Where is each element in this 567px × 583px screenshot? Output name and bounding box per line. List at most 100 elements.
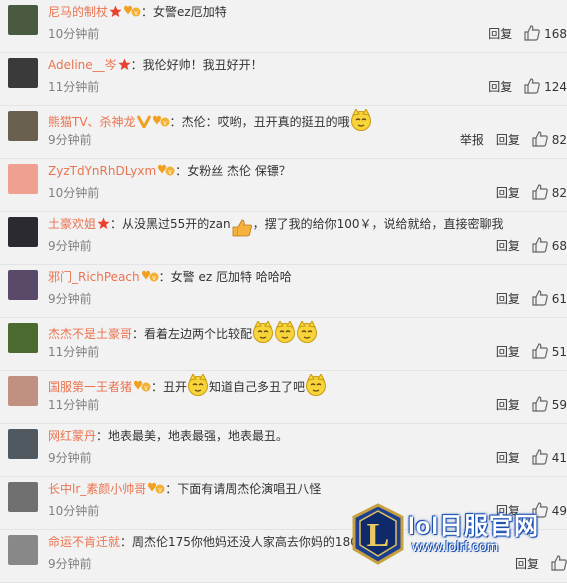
separator: ： bbox=[141, 5, 154, 19]
reply-link[interactable]: 回复 bbox=[488, 78, 512, 95]
comment-item: 尼马的制杖 v ：女警ez厄加特 10分钟前 回复 168 bbox=[0, 0, 567, 53]
separator: ： bbox=[158, 270, 171, 284]
comment-time: 10分钟前 bbox=[48, 186, 100, 200]
comment-text: 周杰伦175你他妈还没人家高去你妈的180 bbox=[132, 535, 358, 549]
like-button[interactable]: 41 bbox=[532, 449, 567, 465]
vip-badge-icon: v bbox=[152, 114, 170, 133]
avatar[interactable] bbox=[8, 270, 38, 300]
comment-actions: 回复 41 bbox=[496, 449, 567, 466]
separator: ： bbox=[132, 327, 145, 341]
svg-text:v: v bbox=[152, 275, 156, 282]
comment-text: 我伦好帅！我丑好开！ bbox=[142, 58, 263, 72]
like-count: 68 bbox=[551, 239, 567, 253]
username-link[interactable]: 网红蒙丹 bbox=[48, 429, 96, 443]
reply-link[interactable]: 回复 bbox=[496, 449, 520, 466]
vip-badge-icon: v bbox=[147, 481, 165, 500]
username-link[interactable]: ZyzTdYnRhDLyxm bbox=[48, 164, 156, 178]
watermark-url: www.lolrf.com bbox=[412, 538, 499, 554]
comment-time: 11分钟前 bbox=[48, 398, 100, 412]
comment-time: 10分钟前 bbox=[48, 504, 100, 518]
comment-time: 9分钟前 bbox=[48, 292, 92, 306]
comment-item: ZyzTdYnRhDLyxm v ：女粉丝 杰伦 保镖？ 10分钟前 回复 82 bbox=[0, 159, 567, 212]
reply-link[interactable]: 回复 bbox=[496, 343, 520, 360]
comment-text: 女粉丝 杰伦 保镖？ bbox=[187, 164, 291, 178]
username-link[interactable]: 尼马的制杖 bbox=[48, 5, 108, 19]
avatar[interactable] bbox=[8, 217, 38, 247]
avatar[interactable] bbox=[8, 164, 38, 194]
reply-link[interactable]: 回复 bbox=[496, 131, 520, 148]
username-link[interactable]: 国服第一王者猪 bbox=[48, 380, 132, 394]
star-badge-icon bbox=[97, 217, 110, 235]
avatar[interactable] bbox=[8, 58, 38, 88]
thumbs-up-icon bbox=[532, 131, 548, 147]
comment-text: 杰伦：哎哟，丑开真的挺丑的哦 bbox=[181, 115, 350, 129]
like-button[interactable]: 61 bbox=[532, 290, 567, 306]
comment-text-after: ，摆了我的给你100￥，说给就给，直接密聊我 bbox=[252, 217, 504, 231]
avatar[interactable] bbox=[8, 5, 38, 35]
username-link[interactable]: 长中lr_素颜小帅哥 bbox=[48, 482, 146, 496]
username-link[interactable]: Adeline__岑 bbox=[48, 58, 117, 72]
cat-face-emoji-icon bbox=[296, 319, 318, 348]
like-button[interactable]: 51 bbox=[532, 343, 567, 359]
comment-item: 杰杰不是土豪哥：看着左边两个比较配 11分钟前 回复 51 bbox=[0, 318, 567, 371]
comment-time: 9分钟前 bbox=[48, 133, 92, 147]
avatar[interactable] bbox=[8, 482, 38, 512]
comment-text: 看着左边两个比较配 bbox=[144, 327, 253, 341]
comment-actions: 举报 回复 82 bbox=[460, 131, 567, 148]
cat-face-emoji-icon bbox=[252, 319, 274, 348]
comment-item: 土豪欢姐 ：从没黑过55开的zan ，摆了我的给你100￥，说给就给，直接密聊我 9分… bbox=[0, 212, 567, 265]
like-count: 82 bbox=[551, 186, 567, 200]
like-button[interactable]: 168 bbox=[524, 25, 567, 41]
avatar[interactable] bbox=[8, 111, 38, 141]
separator: ： bbox=[169, 115, 182, 129]
like-button[interactable]: 124 bbox=[524, 78, 567, 94]
username-link[interactable]: 邪门_RichPeach bbox=[48, 270, 140, 284]
username-link[interactable]: 杰杰不是土豪哥 bbox=[48, 327, 132, 341]
like-button[interactable]: 59 bbox=[532, 396, 567, 412]
comment-text: 地表最美，地表最强，地表最丑。 bbox=[108, 429, 289, 443]
username-link[interactable]: 命运不肯迁就 bbox=[48, 535, 120, 549]
comment-time: 11分钟前 bbox=[48, 80, 100, 94]
separator: ： bbox=[130, 58, 143, 72]
vip-badge-icon: v bbox=[123, 4, 141, 23]
comment-actions: 回复 82 bbox=[496, 184, 567, 201]
like-count: 59 bbox=[551, 398, 567, 412]
like-button[interactable]: 82 bbox=[532, 131, 567, 147]
comment-text: 从没黑过55开的zan bbox=[122, 217, 231, 231]
thumbs-up-icon bbox=[524, 78, 541, 94]
comment-time: 9分钟前 bbox=[48, 451, 92, 465]
star-badge-icon bbox=[118, 58, 131, 76]
lol-logo-icon: L bbox=[352, 503, 404, 565]
comment-item: 熊猫TV、杀神龙 v ：杰伦：哎哟，丑开真的挺丑的哦 9分钟前 举报 回复 82 bbox=[0, 106, 567, 159]
vip-badge-icon: v bbox=[133, 379, 151, 398]
avatar[interactable] bbox=[8, 376, 38, 406]
watermark: L lol日服官网 www.lolrf.com bbox=[348, 500, 567, 568]
svg-text:v: v bbox=[159, 487, 163, 494]
reply-link[interactable]: 回复 bbox=[496, 396, 520, 413]
avatar[interactable] bbox=[8, 535, 38, 565]
username-link[interactable]: 土豪欢姐 bbox=[48, 217, 96, 231]
thumbs-up-emoji-icon bbox=[231, 219, 253, 238]
report-link[interactable]: 举报 bbox=[460, 131, 484, 148]
thumbs-up-icon bbox=[532, 237, 548, 253]
like-count: 61 bbox=[551, 292, 567, 306]
username-link[interactable]: 熊猫TV、杀神龙 bbox=[48, 115, 136, 129]
like-count: 124 bbox=[544, 80, 567, 94]
comment-time: 11分钟前 bbox=[48, 345, 100, 359]
separator: ： bbox=[120, 535, 133, 549]
reply-link[interactable]: 回复 bbox=[496, 237, 520, 254]
avatar[interactable] bbox=[8, 429, 38, 459]
star-badge-icon bbox=[109, 5, 122, 23]
thumbs-up-icon bbox=[532, 290, 548, 306]
logo-letter: L bbox=[367, 517, 390, 554]
avatar[interactable] bbox=[8, 323, 38, 353]
reply-link[interactable]: 回复 bbox=[496, 290, 520, 307]
thumbs-up-icon bbox=[532, 343, 548, 359]
like-count: 168 bbox=[544, 27, 567, 41]
like-button[interactable]: 68 bbox=[532, 237, 567, 253]
reply-link[interactable]: 回复 bbox=[496, 184, 520, 201]
comment-time: 9分钟前 bbox=[48, 239, 92, 253]
comment-text: 丑开 bbox=[163, 380, 188, 394]
like-button[interactable]: 82 bbox=[532, 184, 567, 200]
reply-link[interactable]: 回复 bbox=[488, 25, 512, 42]
